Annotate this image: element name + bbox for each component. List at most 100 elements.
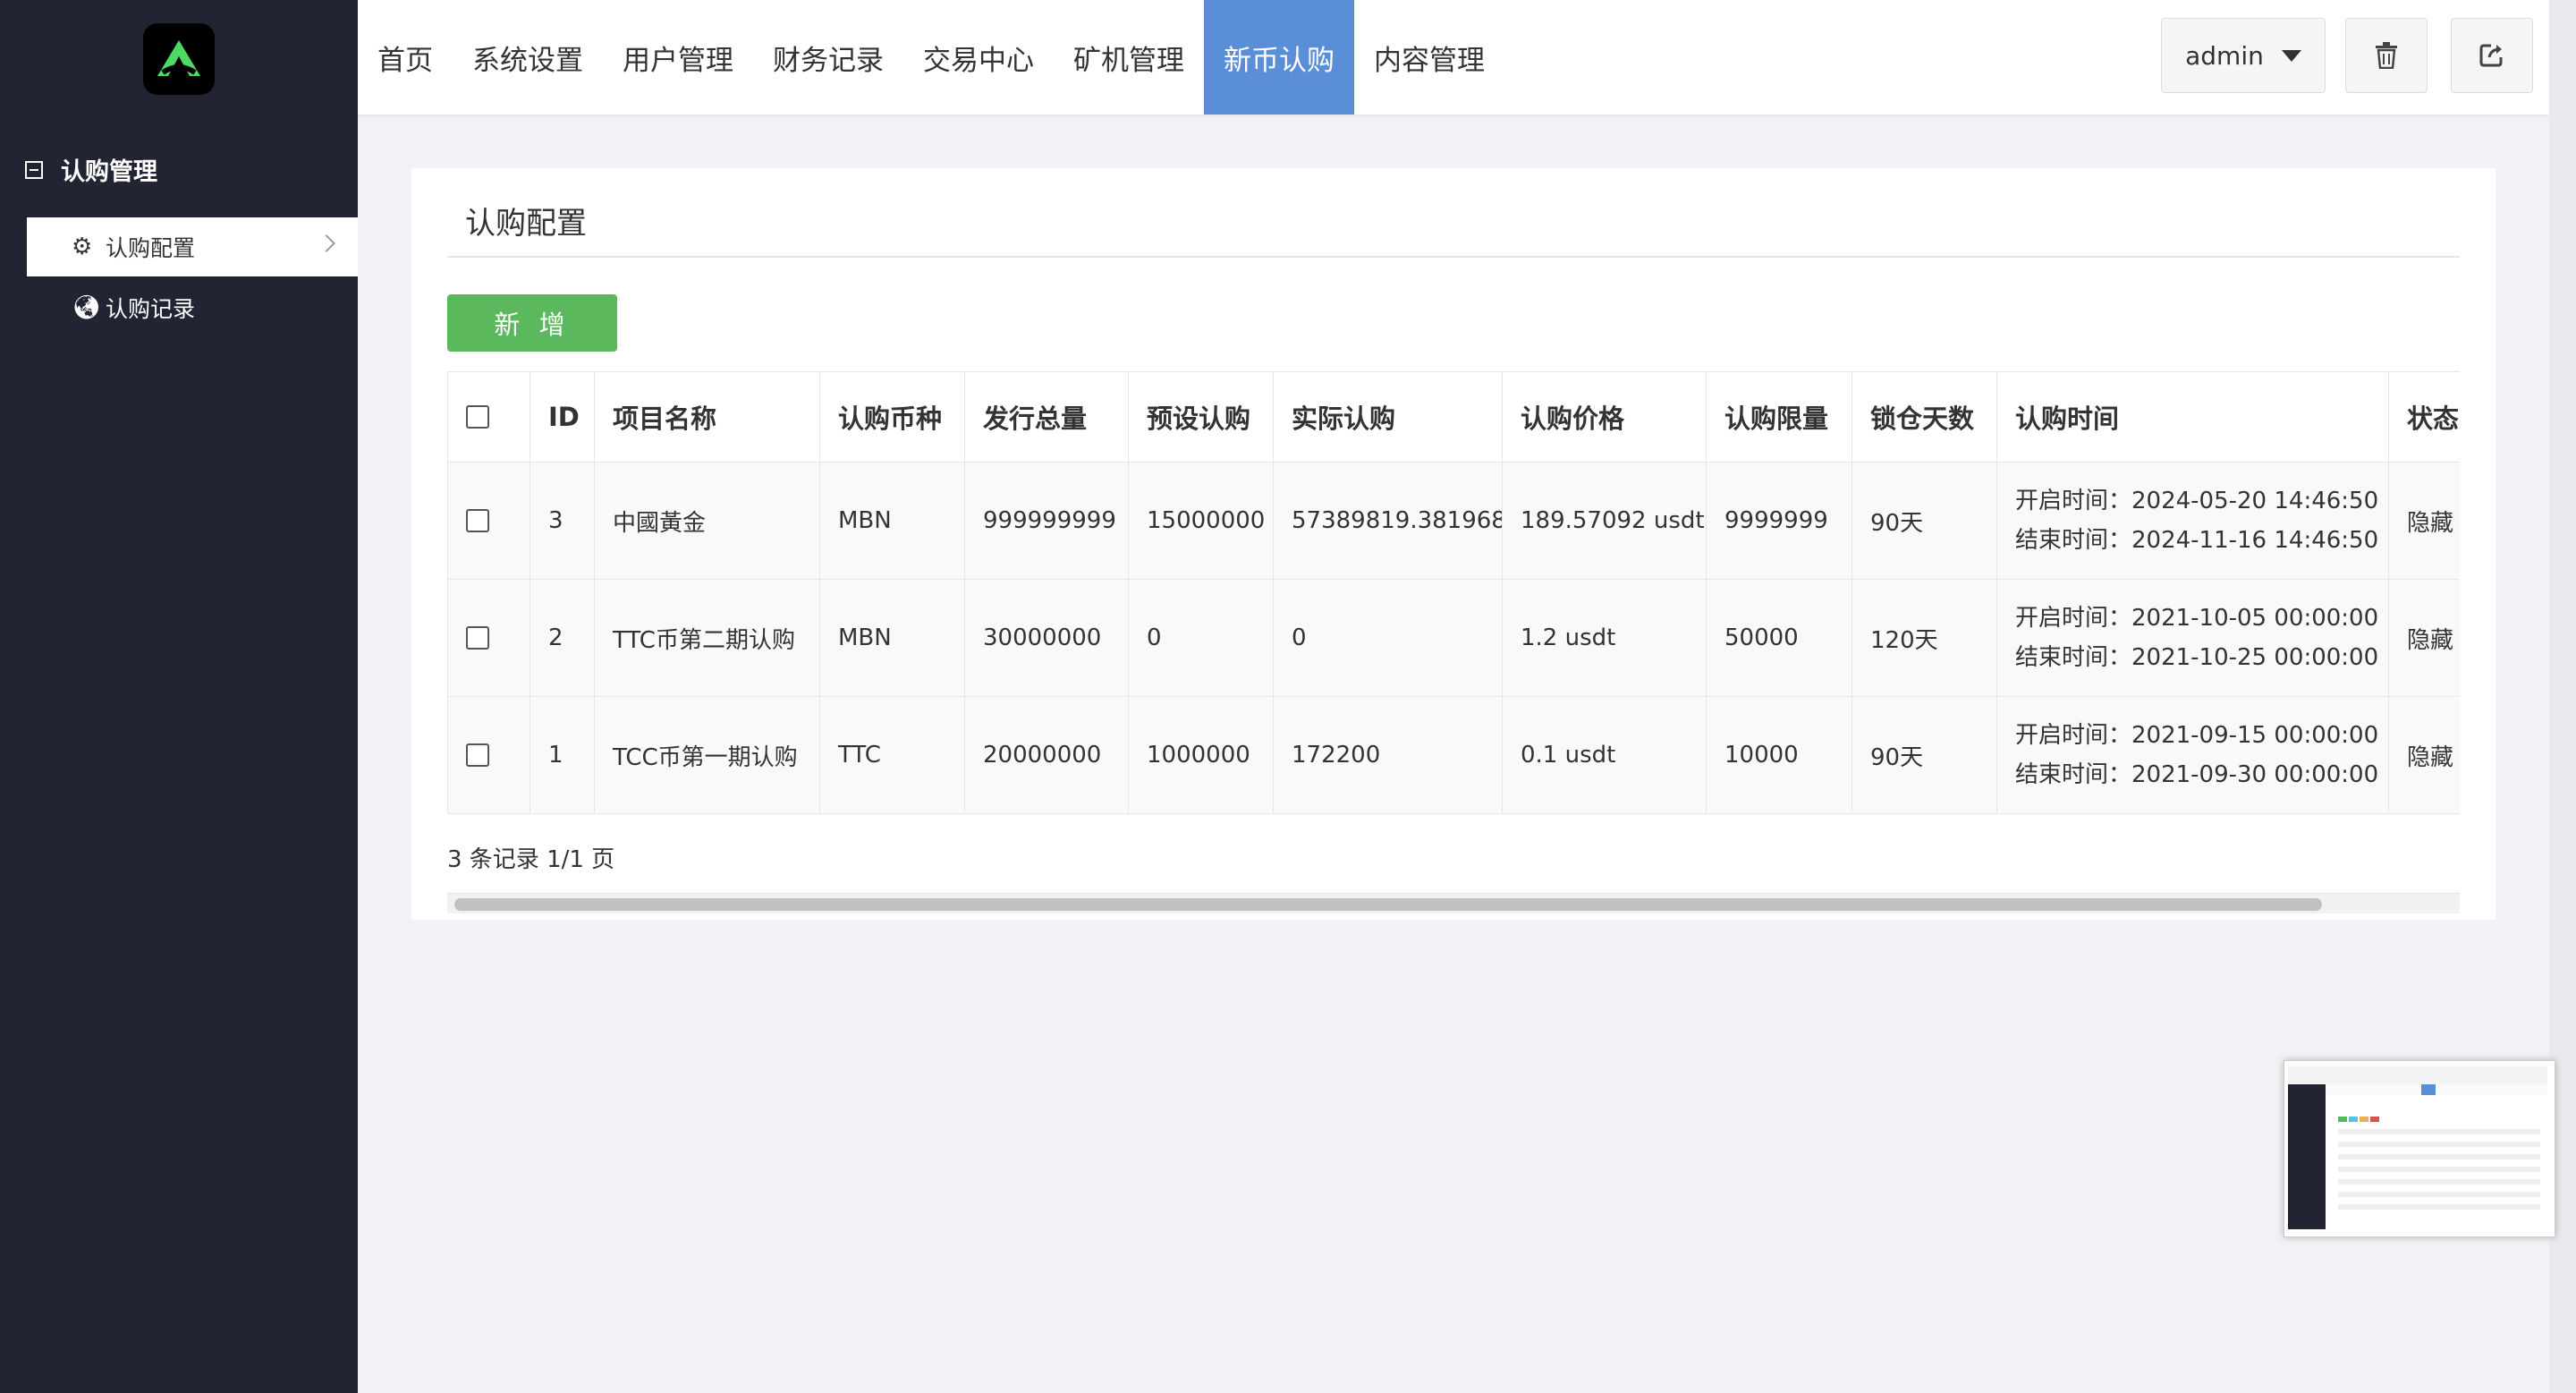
- thumbnail-row: [2338, 1129, 2540, 1134]
- cell-actual: 0: [1273, 579, 1503, 697]
- column-header: 项目名称: [594, 371, 820, 463]
- row-select-cell[interactable]: [447, 462, 530, 580]
- nav-home[interactable]: 首页: [358, 0, 453, 115]
- cell-limit: 9999999: [1706, 462, 1852, 580]
- thumbnail-row: [2338, 1192, 2540, 1197]
- thumbnail-nav-active: [2421, 1084, 2436, 1095]
- cell-status: 隐藏: [2388, 462, 2460, 580]
- nav-trading-center[interactable]: 交易中心: [903, 0, 1054, 115]
- start-time: 开启时间：2024-05-20 14:46:50: [2015, 488, 2379, 514]
- table-row[interactable]: 3 中國黃金 MBN 999999999 15000000 57389819.3…: [447, 462, 2460, 580]
- cell-status: 隐藏: [2388, 696, 2460, 814]
- pagination-summary: 3 条记录 1/1 页: [447, 846, 615, 873]
- content-panel: 认购配置 新 增 ID 项目名称 认购币种 发行总量 预设认购 实际认购 认购价…: [411, 168, 2496, 920]
- column-header: 状态: [2388, 371, 2460, 463]
- column-header: 实际认购: [1273, 371, 1503, 463]
- table-header-row: ID 项目名称 认购币种 发行总量 预设认购 实际认购 认购价格 认购限量 锁仓…: [447, 371, 2460, 463]
- cell-limit: 10000: [1706, 696, 1852, 814]
- horizontal-scrollbar[interactable]: [447, 893, 2460, 913]
- sidebar-item-label: 认购配置: [106, 235, 196, 261]
- cell-status: 隐藏: [2388, 579, 2460, 697]
- cell-id: 3: [530, 462, 595, 580]
- thumbnail-row: [2338, 1142, 2540, 1147]
- add-button[interactable]: 新 增: [447, 294, 617, 352]
- nav-content-management[interactable]: 内容管理: [1354, 0, 1504, 115]
- thumbnail-button: [2370, 1117, 2379, 1122]
- menu-group-subscription[interactable]: 认购管理: [25, 152, 157, 187]
- gear-icon: ⚙: [72, 234, 93, 260]
- column-header: 认购价格: [1502, 371, 1707, 463]
- cell-lock-days: 90天: [1852, 462, 1997, 580]
- scrollbar-thumb[interactable]: [454, 898, 2322, 911]
- row-checkbox[interactable]: [466, 509, 489, 532]
- logout-button[interactable]: [2451, 18, 2533, 93]
- header-select-all[interactable]: [447, 371, 530, 463]
- main-nav: 首页 系统设置 用户管理 财务记录 交易中心 矿机管理 新币认购 内容管理: [358, 0, 1504, 115]
- row-checkbox[interactable]: [466, 743, 489, 767]
- table-scroll-container[interactable]: ID 项目名称 认购币种 发行总量 预设认购 实际认购 认购价格 认购限量 锁仓…: [447, 371, 2460, 819]
- caret-down-icon: [2281, 49, 2301, 62]
- globe-icon: 🌏︎: [72, 294, 102, 321]
- start-time: 开启时间：2021-09-15 00:00:00: [2015, 722, 2379, 749]
- cell-preset: 15000000: [1128, 462, 1274, 580]
- subscription-table: ID 项目名称 认购币种 发行总量 预设认购 实际认购 认购价格 认购限量 锁仓…: [447, 371, 2460, 814]
- cell-preset: 0: [1128, 579, 1274, 697]
- cell-coin: TTC: [819, 696, 965, 814]
- cell-total: 20000000: [964, 696, 1129, 814]
- column-header: 发行总量: [964, 371, 1129, 463]
- top-bar: 首页 系统设置 用户管理 财务记录 交易中心 矿机管理 新币认购 内容管理 ad…: [358, 0, 2549, 115]
- cell-name: TTC币第二期认购: [594, 579, 820, 697]
- cell-id: 2: [530, 579, 595, 697]
- app-logo[interactable]: [143, 23, 215, 95]
- cell-lock-days: 120天: [1852, 579, 1997, 697]
- column-header: ID: [530, 371, 595, 463]
- divider: [447, 256, 2460, 258]
- start-time: 开启时间：2021-10-05 00:00:00: [2015, 605, 2379, 632]
- cell-time: 开启时间：2021-10-05 00:00:00 结束时间：2021-10-25…: [1996, 579, 2389, 697]
- sidebar-item-subscription-records[interactable]: 🌏︎ 认购记录: [27, 278, 358, 337]
- screenshot-thumbnail[interactable]: [2284, 1060, 2555, 1237]
- column-header: 认购限量: [1706, 371, 1852, 463]
- sidebar-item-subscription-config[interactable]: ⚙ 认购配置: [27, 217, 358, 276]
- nav-finance-records[interactable]: 财务记录: [753, 0, 903, 115]
- select-all-checkbox[interactable]: [466, 405, 489, 429]
- thumbnail-row: [2338, 1154, 2540, 1159]
- cell-total: 30000000: [964, 579, 1129, 697]
- cell-price: 1.2 usdt: [1502, 579, 1707, 697]
- cell-id: 1: [530, 696, 595, 814]
- page-title: 认购配置: [465, 206, 587, 242]
- cell-time: 开启时间：2024-05-20 14:46:50 结束时间：2024-11-16…: [1996, 462, 2389, 580]
- cell-actual: 57389819.381968: [1273, 462, 1503, 580]
- row-select-cell[interactable]: [447, 579, 530, 697]
- thumbnail-row: [2338, 1179, 2540, 1185]
- thumbnail-button: [2349, 1117, 2358, 1122]
- row-checkbox[interactable]: [466, 626, 489, 650]
- logout-icon: [2479, 44, 2503, 67]
- collapse-icon: [25, 160, 43, 179]
- user-menu-button[interactable]: admin: [2161, 18, 2326, 93]
- nav-user-management[interactable]: 用户管理: [603, 0, 753, 115]
- nav-miner-management[interactable]: 矿机管理: [1054, 0, 1204, 115]
- cell-preset: 1000000: [1128, 696, 1274, 814]
- nav-system-settings[interactable]: 系统设置: [453, 0, 603, 115]
- thumbnail-button: [2360, 1117, 2368, 1122]
- table-row[interactable]: 1 TCC币第一期认购 TTC 20000000 1000000 172200 …: [447, 696, 2460, 814]
- table-row[interactable]: 2 TTC币第二期认购 MBN 30000000 0 0 1.2 usdt 50…: [447, 579, 2460, 697]
- cell-time: 开启时间：2021-09-15 00:00:00 结束时间：2021-09-30…: [1996, 696, 2389, 814]
- cell-price: 189.57092 usdt: [1502, 462, 1707, 580]
- column-header: 锁仓天数: [1852, 371, 1997, 463]
- cell-coin: MBN: [819, 579, 965, 697]
- end-time: 结束时间：2021-09-30 00:00:00: [2015, 761, 2379, 788]
- column-header: 认购币种: [819, 371, 965, 463]
- cell-limit: 50000: [1706, 579, 1852, 697]
- chevron-right-icon: [318, 234, 335, 252]
- cell-name: TCC币第一期认购: [594, 696, 820, 814]
- end-time: 结束时间：2021-10-25 00:00:00: [2015, 644, 2379, 671]
- cell-coin: MBN: [819, 462, 965, 580]
- nav-new-coin-subscription[interactable]: 新币认购: [1204, 0, 1354, 115]
- clear-cache-button[interactable]: [2345, 18, 2428, 93]
- row-select-cell[interactable]: [447, 696, 530, 814]
- thumbnail-row: [2338, 1167, 2540, 1172]
- cell-lock-days: 90天: [1852, 696, 1997, 814]
- thumbnail-button: [2338, 1117, 2347, 1122]
